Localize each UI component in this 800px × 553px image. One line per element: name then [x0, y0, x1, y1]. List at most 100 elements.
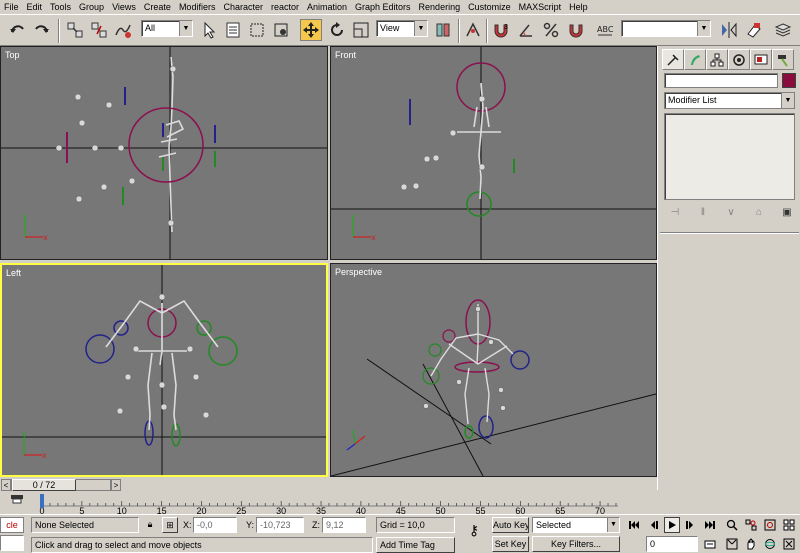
object-name-field[interactable]	[664, 73, 778, 88]
spinner-snap-button[interactable]	[565, 19, 587, 41]
menu-maxscript[interactable]: MAXScript	[515, 0, 566, 14]
select-by-name-button[interactable]	[222, 19, 244, 41]
lock-selection-icon[interactable]: 🔒︎	[143, 517, 157, 533]
tab-create[interactable]	[662, 49, 684, 70]
reference-coordinate-dropdown[interactable]: View ▼	[376, 20, 428, 37]
absolute-mode-transform-button[interactable]: ⊞	[162, 517, 178, 533]
pan-view-button[interactable]	[743, 536, 759, 552]
go-to-start-button[interactable]	[626, 517, 642, 533]
time-slider-prev-button[interactable]: <	[1, 479, 11, 491]
time-configuration-button[interactable]	[702, 536, 718, 552]
key-icon[interactable]: ⚷	[460, 523, 488, 539]
window-crossing-button[interactable]	[270, 19, 292, 41]
remove-modifier-icon[interactable]: ⌂	[750, 207, 768, 218]
field-of-view-button[interactable]	[724, 536, 740, 552]
maxscript-listener-input[interactable]	[0, 535, 24, 551]
zoom-button[interactable]	[724, 517, 740, 533]
viewport-label[interactable]: Front	[335, 50, 356, 60]
tab-motion[interactable]	[728, 49, 750, 70]
unlink-selection-button[interactable]	[88, 19, 110, 41]
viewport-front[interactable]: Front y x	[330, 46, 657, 260]
menu-modifiers[interactable]: Modifiers	[175, 0, 220, 14]
viewport-label[interactable]: Top	[5, 50, 20, 60]
percent-snap-button[interactable]	[540, 19, 562, 41]
pin-stack-icon[interactable]: ⊣	[666, 207, 684, 218]
menu-animation[interactable]: Animation	[303, 0, 351, 14]
play-button[interactable]	[664, 517, 680, 533]
trackbar-frame-label: 45	[396, 506, 406, 514]
viewport-top[interactable]: Top y x	[0, 46, 328, 260]
current-frame-marker[interactable]	[40, 494, 44, 508]
go-to-end-icon	[705, 521, 715, 529]
selection-filter-dropdown[interactable]: All ▼	[141, 20, 193, 37]
tab-hierarchy[interactable]	[706, 49, 728, 70]
viewport-label[interactable]: Left	[6, 268, 21, 278]
select-and-scale-button[interactable]	[350, 19, 372, 41]
z-coordinate-field[interactable]: 9,12	[322, 517, 366, 533]
menu-edit[interactable]: Edit	[23, 0, 47, 14]
add-time-tag-button[interactable]: Add Time Tag	[376, 537, 455, 553]
next-frame-button[interactable]	[683, 517, 699, 533]
set-key-button[interactable]: Set Key	[492, 536, 529, 552]
viewport-left[interactable]: Left y x	[0, 263, 328, 477]
rectangular-selection-button[interactable]	[246, 19, 268, 41]
key-filters-button[interactable]: Key Filters...	[532, 536, 620, 552]
arc-rotate-button[interactable]	[762, 536, 778, 552]
menu-character[interactable]: Character	[219, 0, 267, 14]
angle-snap-button[interactable]	[515, 19, 537, 41]
x-coordinate-field[interactable]: -0,0	[193, 517, 237, 533]
show-end-result-icon[interactable]: ‖	[694, 207, 712, 218]
space-warp-icon	[115, 24, 131, 38]
make-unique-icon[interactable]: ∨	[722, 207, 740, 218]
go-to-end-button[interactable]	[702, 517, 718, 533]
menu-reactor[interactable]: reactor	[267, 0, 303, 14]
menu-create[interactable]: Create	[140, 0, 175, 14]
snap-toggle-button[interactable]: 3	[490, 19, 512, 41]
select-and-move-button[interactable]	[300, 19, 322, 41]
zoom-extents-all-button[interactable]	[781, 517, 797, 533]
layers-button[interactable]	[772, 19, 794, 41]
menu-views[interactable]: Views	[108, 0, 140, 14]
trackbar-icon[interactable]	[11, 495, 23, 504]
menu-help[interactable]: Help	[565, 0, 592, 14]
align-button[interactable]	[743, 19, 765, 41]
zoom-extents-button[interactable]	[762, 517, 778, 533]
maxscript-listener[interactable]: cle	[0, 517, 24, 533]
menu-tools[interactable]: Tools	[46, 0, 75, 14]
y-coordinate-field[interactable]: -10,723	[256, 517, 304, 533]
configure-modifier-sets-icon[interactable]: ▣	[778, 207, 796, 218]
object-color-swatch[interactable]	[782, 73, 796, 88]
modifier-list-dropdown[interactable]: Modifier List ▼	[664, 92, 795, 109]
auto-key-button[interactable]: Auto Key	[492, 517, 529, 533]
pivot-center-button[interactable]	[432, 19, 454, 41]
select-and-rotate-button[interactable]	[326, 19, 348, 41]
current-frame-field[interactable]: 0	[646, 536, 698, 552]
select-and-link-button[interactable]	[64, 19, 86, 41]
zoom-all-button[interactable]	[743, 517, 759, 533]
undo-button[interactable]	[6, 19, 28, 41]
menu-graph-editors[interactable]: Graph Editors	[351, 0, 415, 14]
viewport-perspective[interactable]: Perspective	[330, 263, 657, 477]
previous-frame-button[interactable]	[645, 517, 661, 533]
key-mode-dropdown[interactable]: Selected ▼	[532, 517, 620, 533]
edit-named-selection-button[interactable]: ABC	[594, 19, 616, 41]
tab-modify[interactable]	[684, 49, 706, 70]
menu-file[interactable]: File	[0, 0, 23, 14]
named-selection-dropdown[interactable]: ▼	[621, 20, 711, 37]
tab-display[interactable]	[750, 49, 772, 70]
tab-utilities[interactable]	[772, 49, 794, 70]
menu-rendering[interactable]: Rendering	[415, 0, 465, 14]
select-and-manipulate-button[interactable]	[462, 19, 484, 41]
redo-button[interactable]	[31, 19, 53, 41]
track-bar[interactable]: 0 5 10 15 20 25 30 35 40 45 50 55 60 65 70	[0, 492, 657, 514]
menu-group[interactable]: Group	[75, 0, 108, 14]
menu-customize[interactable]: Customize	[464, 0, 515, 14]
select-object-button[interactable]	[198, 19, 220, 41]
modifier-stack[interactable]	[664, 113, 795, 200]
maximize-viewport-button[interactable]	[781, 536, 797, 552]
viewport-label[interactable]: Perspective	[335, 267, 382, 277]
mirror-button[interactable]	[718, 19, 740, 41]
time-slider-thumb[interactable]: 0 / 72	[12, 479, 76, 491]
time-slider-next-button[interactable]: >	[111, 479, 121, 491]
bind-to-space-warp-button[interactable]	[112, 19, 134, 41]
